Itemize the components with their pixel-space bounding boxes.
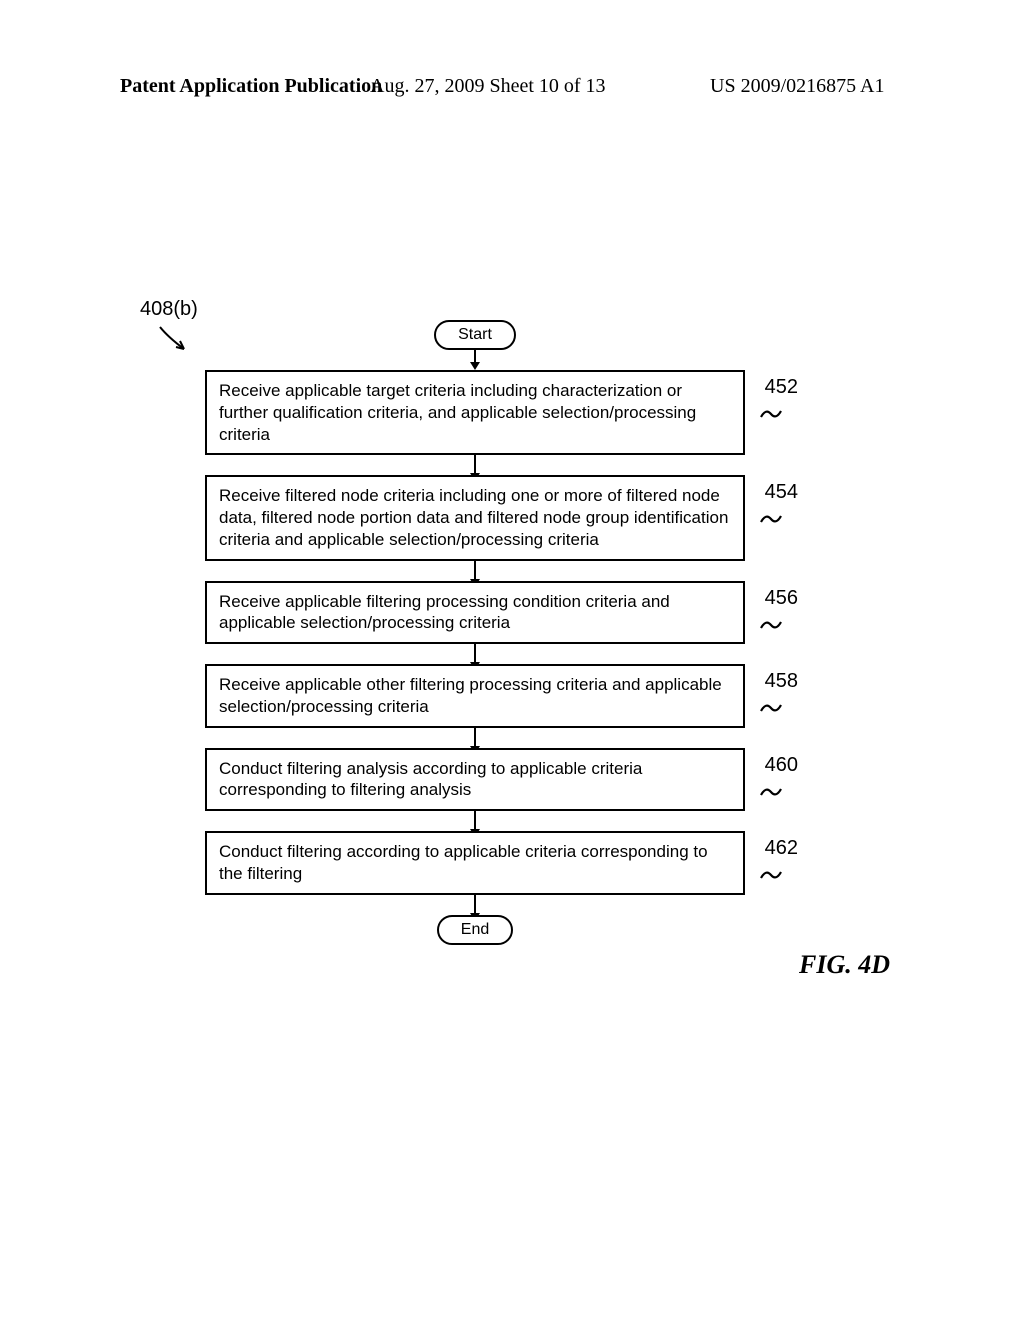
reference-arrow-icon	[156, 325, 196, 360]
step-box-460: Conduct filtering analysis according to …	[205, 748, 745, 812]
step-box-462: Conduct filtering according to applicabl…	[205, 831, 745, 895]
step-text: Receive filtered node criteria including…	[219, 486, 728, 549]
flowchart-reference: 408(b)	[140, 298, 198, 321]
step-number: 454	[765, 480, 798, 506]
step-number: 452	[765, 375, 798, 401]
step-connector-icon	[759, 400, 783, 428]
arrow-down-icon	[205, 350, 745, 370]
step-connector-icon	[759, 505, 783, 533]
arrow-down-icon	[205, 561, 745, 581]
step-text: Receive applicable other filtering proce…	[219, 675, 722, 716]
header-patent-number: US 2009/0216875 A1	[710, 75, 884, 98]
step-number: 456	[765, 586, 798, 612]
step-connector-icon	[759, 778, 783, 806]
arrow-down-icon	[205, 728, 745, 748]
step-text: Conduct filtering analysis according to …	[219, 759, 642, 800]
arrow-down-icon	[205, 895, 745, 915]
flowchart: 408(b) Start Receive applicable target c…	[140, 320, 840, 945]
step-box-452: Receive applicable target criteria inclu…	[205, 370, 745, 455]
step-box-458: Receive applicable other filtering proce…	[205, 664, 745, 728]
end-terminal-row: End FIG. 4D	[205, 915, 745, 945]
step-connector-icon	[759, 694, 783, 722]
step-connector-icon	[759, 611, 783, 639]
step-text: Conduct filtering according to applicabl…	[219, 842, 708, 883]
start-terminal: Start	[434, 320, 516, 350]
step-connector-icon	[759, 861, 783, 889]
step-box-456: Receive applicable filtering processing …	[205, 581, 745, 645]
start-terminal-row: Start	[205, 320, 745, 350]
step-number: 462	[765, 836, 798, 862]
arrow-down-icon	[205, 455, 745, 475]
arrow-down-icon	[205, 644, 745, 664]
header-publication: Patent Application Publication	[120, 75, 382, 98]
figure-label: FIG. 4D	[799, 950, 890, 980]
header-date-sheet: Aug. 27, 2009 Sheet 10 of 13	[370, 75, 606, 98]
arrow-down-icon	[205, 811, 745, 831]
step-number: 460	[765, 753, 798, 779]
step-text: Receive applicable filtering processing …	[219, 592, 670, 633]
step-box-454: Receive filtered node criteria including…	[205, 475, 745, 560]
step-number: 458	[765, 669, 798, 695]
step-text: Receive applicable target criteria inclu…	[219, 381, 696, 444]
end-terminal: End	[437, 915, 513, 945]
